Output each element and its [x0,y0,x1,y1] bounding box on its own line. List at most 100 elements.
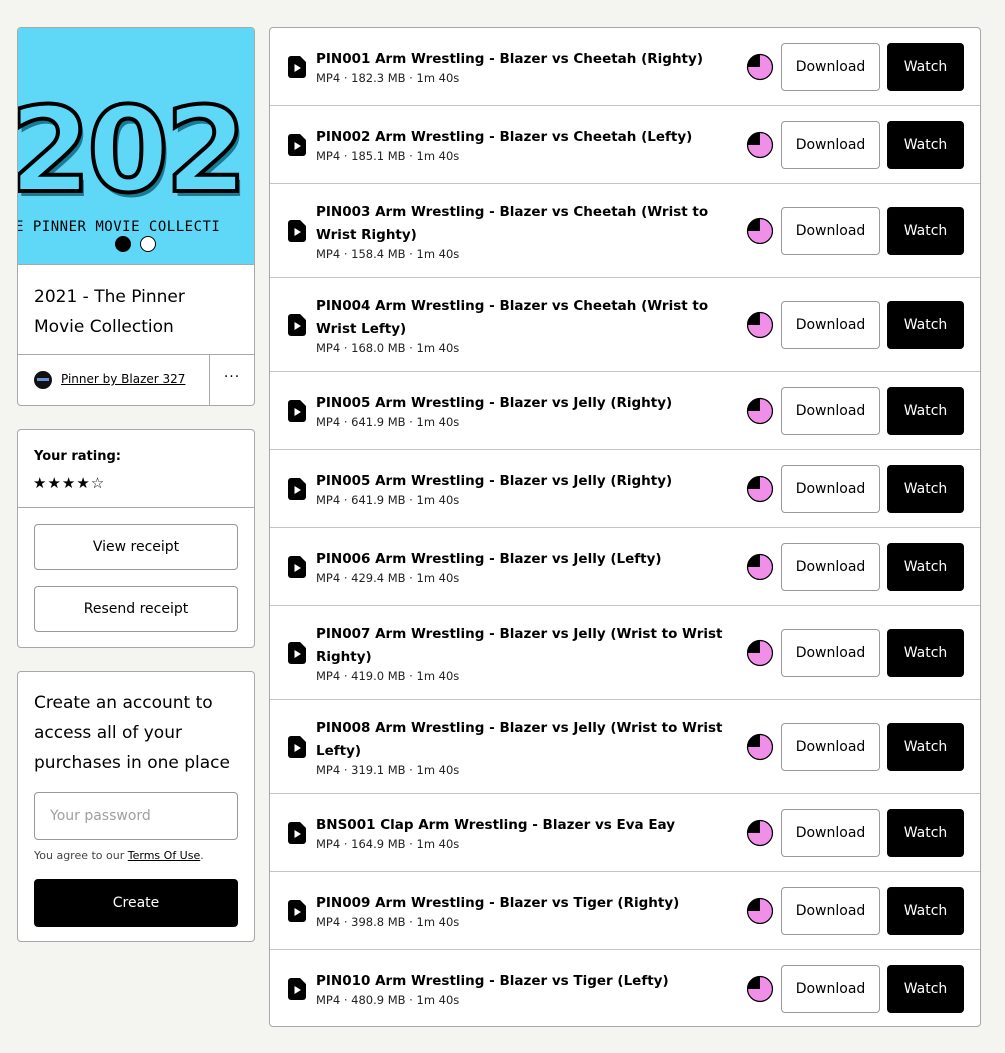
video-file-icon [288,556,306,578]
cover-artwork: 2021 2021 E PINNER MOVIE COLLECTI [18,79,254,235]
view-receipt-button[interactable]: View receipt [34,524,238,570]
product-cover-image[interactable]: 2021 2021 E PINNER MOVIE COLLECTI [18,28,254,264]
file-row: PIN005 Arm Wrestling - Blazer vs Jelly (… [270,372,980,450]
watch-button[interactable]: Watch [887,965,964,1013]
download-button[interactable]: Download [781,887,880,935]
download-button[interactable]: Download [781,543,880,591]
video-file-icon [288,134,306,156]
video-file-icon [288,478,306,500]
download-button[interactable]: Download [781,207,880,255]
password-input[interactable] [34,792,238,840]
file-meta: MP4 · 398.8 MB · 1m 40s [316,915,460,929]
file-meta: MP4 · 641.9 MB · 1m 40s [316,493,460,507]
file-row: PIN001 Arm Wrestling - Blazer vs Cheetah… [270,28,980,106]
file-name: PIN008 Arm Wrestling - Blazer vs Jelly (… [316,720,723,759]
video-file-icon [288,978,306,1000]
video-file-icon [288,822,306,844]
download-button[interactable]: Download [781,301,880,349]
download-button[interactable]: Download [781,723,880,771]
file-info: PIN002 Arm Wrestling - Blazer vs Cheetah… [316,126,746,164]
file-info: PIN001 Arm Wrestling - Blazer vs Cheetah… [316,48,746,86]
file-info: PIN005 Arm Wrestling - Blazer vs Jelly (… [316,392,746,430]
progress-pie-icon [746,311,774,339]
file-name: PIN006 Arm Wrestling - Blazer vs Jelly (… [316,551,662,567]
file-meta: MP4 · 182.3 MB · 1m 40s [316,71,460,85]
watch-button[interactable]: Watch [887,465,964,513]
file-name: PIN009 Arm Wrestling - Blazer vs Tiger (… [316,895,680,911]
progress-pie-icon [746,733,774,761]
file-row: PIN007 Arm Wrestling - Blazer vs Jelly (… [270,606,980,700]
terms-of-use-link[interactable]: Terms Of Use [128,849,200,862]
watch-button[interactable]: Watch [887,387,964,435]
cover-subtitle-text: E PINNER MOVIE COLLECTI [18,219,220,235]
watch-button[interactable]: Watch [887,43,964,91]
file-list: PIN001 Arm Wrestling - Blazer vs Cheetah… [269,27,981,1027]
progress-pie-icon [746,819,774,847]
video-file-icon [288,314,306,336]
file-meta: MP4 · 641.9 MB · 1m 40s [316,415,460,429]
download-button[interactable]: Download [781,387,880,435]
watch-button[interactable]: Watch [887,121,964,169]
video-file-icon [288,736,306,758]
file-meta: MP4 · 319.1 MB · 1m 40s [316,763,460,777]
file-name: PIN007 Arm Wrestling - Blazer vs Jelly (… [316,626,723,665]
progress-pie-icon [746,397,774,425]
file-meta: MP4 · 158.4 MB · 1m 40s [316,247,460,261]
download-button[interactable]: Download [781,629,880,677]
file-meta: MP4 · 168.0 MB · 1m 40s [316,341,460,355]
download-button[interactable]: Download [781,965,880,1013]
account-prompt: Create an account to access all of your … [34,693,230,773]
video-file-icon [288,56,306,78]
product-title: 2021 - The Pinner Movie Collection [34,287,185,337]
progress-pie-icon [746,131,774,159]
download-button[interactable]: Download [781,465,880,513]
watch-button[interactable]: Watch [887,207,964,255]
file-row: PIN005 Arm Wrestling - Blazer vs Jelly (… [270,450,980,528]
download-button[interactable]: Download [781,43,880,91]
create-account-button[interactable]: Create [34,879,238,927]
progress-pie-icon [746,975,774,1003]
progress-pie-icon [746,639,774,667]
file-info: PIN004 Arm Wrestling - Blazer vs Cheetah… [316,295,746,356]
watch-button[interactable]: Watch [887,301,964,349]
file-info: PIN009 Arm Wrestling - Blazer vs Tiger (… [316,892,746,930]
file-row: PIN008 Arm Wrestling - Blazer vs Jelly (… [270,700,980,794]
file-name: PIN004 Arm Wrestling - Blazer vs Cheetah… [316,298,709,337]
file-name: PIN005 Arm Wrestling - Blazer vs Jelly (… [316,395,673,411]
creator-link[interactable]: Pinner by Blazer 327 [61,372,185,386]
progress-pie-icon [746,217,774,245]
progress-pie-icon [746,553,774,581]
watch-button[interactable]: Watch [887,723,964,771]
file-info: PIN007 Arm Wrestling - Blazer vs Jelly (… [316,623,746,684]
video-file-icon [288,900,306,922]
watch-button[interactable]: Watch [887,543,964,591]
file-meta: MP4 · 429.4 MB · 1m 40s [316,571,460,585]
creator-avatar [34,371,52,389]
file-name: PIN001 Arm Wrestling - Blazer vs Cheetah… [316,51,703,67]
file-row: PIN003 Arm Wrestling - Blazer vs Cheetah… [270,184,980,278]
terms-prefix: You agree to our [34,849,128,862]
star-rating[interactable]: ★★★★☆ [33,474,105,492]
file-info: BNS001 Clap Arm Wrestling - Blazer vs Ev… [316,814,746,852]
watch-button[interactable]: Watch [887,809,964,857]
watch-button[interactable]: Watch [887,629,964,677]
more-icon: ··· [223,369,241,385]
carousel-dot-active[interactable] [115,236,131,252]
download-button[interactable]: Download [781,809,880,857]
file-row: PIN006 Arm Wrestling - Blazer vs Jelly (… [270,528,980,606]
file-row: BNS001 Clap Arm Wrestling - Blazer vs Ev… [270,794,980,872]
progress-pie-icon [746,475,774,503]
cover-year-text: 2021 [18,81,254,219]
video-file-icon [288,400,306,422]
file-name: PIN010 Arm Wrestling - Blazer vs Tiger (… [316,973,669,989]
watch-button[interactable]: Watch [887,887,964,935]
download-button[interactable]: Download [781,121,880,169]
resend-receipt-button[interactable]: Resend receipt [34,586,238,632]
carousel-dot-inactive[interactable] [140,236,156,252]
file-info: PIN006 Arm Wrestling - Blazer vs Jelly (… [316,548,746,586]
video-file-icon [288,642,306,664]
terms-suffix: . [200,849,204,862]
file-row: PIN002 Arm Wrestling - Blazer vs Cheetah… [270,106,980,184]
file-row: PIN010 Arm Wrestling - Blazer vs Tiger (… [270,950,980,1028]
more-options-button[interactable]: ··· [210,355,254,405]
